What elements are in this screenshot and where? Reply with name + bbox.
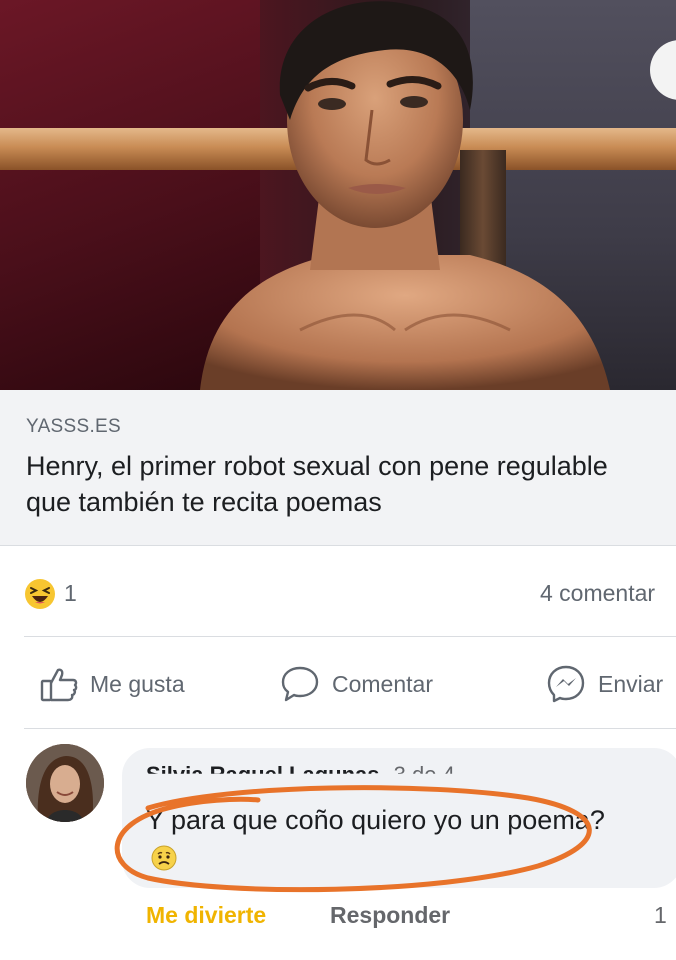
comment-body: Y para que coño quiero yo un poema?	[146, 805, 605, 835]
like-button[interactable]: Me gusta	[40, 664, 185, 704]
avatar[interactable]	[26, 744, 104, 822]
like-label: Me gusta	[90, 670, 185, 697]
comments-count[interactable]: 4 comentar	[540, 580, 655, 607]
divider	[24, 636, 676, 637]
link-title[interactable]: Henry, el primer robot sexual con pene r…	[26, 448, 646, 520]
comment-actions: Me divierte Responder 1	[146, 902, 676, 942]
messenger-icon	[547, 665, 585, 703]
comment-time: 3 de 4	[393, 762, 455, 787]
divider	[24, 728, 676, 729]
worried-face-emoji	[151, 845, 177, 871]
link-preview[interactable]: YASSS.ES Henry, el primer robot sexual c…	[0, 390, 676, 546]
link-domain: YASSS.ES	[26, 416, 121, 437]
reaction-count[interactable]: 1	[64, 580, 77, 607]
reply-button[interactable]: Responder	[330, 902, 450, 929]
comment-haha-reaction[interactable]: Me divierte	[146, 902, 266, 929]
comment: Silvia Raquel Lagunas 3 de 4 Y para que …	[0, 730, 676, 960]
comment-button[interactable]: Comentar	[280, 664, 433, 704]
comment-bubble-icon	[281, 666, 319, 702]
comment-label: Comentar	[332, 670, 433, 697]
haha-emoji-icon[interactable]	[24, 578, 56, 610]
avatar-photo	[26, 744, 104, 822]
thumbs-up-icon	[40, 668, 78, 702]
send-label: Enviar	[598, 670, 664, 697]
post-stats: 1 4 comentar	[0, 560, 676, 624]
comment-author[interactable]: Silvia Raquel Lagunas 3 de 4	[146, 762, 455, 787]
article-image[interactable]	[0, 0, 676, 390]
man-portrait	[200, 1, 610, 390]
comment-author-name[interactable]: Silvia Raquel Lagunas	[146, 762, 380, 774]
send-button[interactable]: Enviar	[546, 664, 663, 704]
action-bar: Me gusta Comentar Enviar	[0, 638, 676, 730]
comment-text: Y para que coño quiero yo un poema?	[146, 802, 616, 874]
comment-reaction-count[interactable]: 1	[654, 902, 667, 929]
comment-bubble[interactable]: Silvia Raquel Lagunas 3 de 4 Y para que …	[122, 748, 676, 888]
